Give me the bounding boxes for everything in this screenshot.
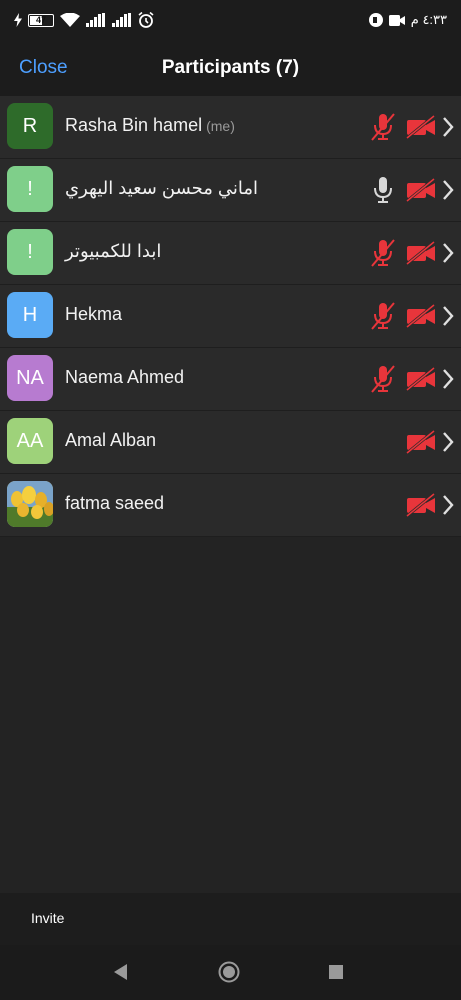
- app-icon: [368, 13, 383, 27]
- participant-name-text: Naema Ahmed: [65, 367, 185, 387]
- mic-muted-icon[interactable]: [370, 301, 396, 331]
- signal-icon: [112, 13, 131, 27]
- status-right: ٤:٣٣ م: [368, 10, 447, 30]
- avatar: AA: [7, 418, 53, 464]
- tulips-photo: [7, 481, 53, 527]
- mic-muted-icon[interactable]: [370, 364, 396, 394]
- invite-bar: Invite: [0, 893, 461, 945]
- me-tag: (me): [206, 118, 235, 134]
- page-title: Participants (7): [161, 57, 300, 78]
- chevron-right-icon[interactable]: [441, 368, 455, 390]
- battery-icon: 47: [28, 13, 54, 27]
- participant-row[interactable]: AA Amal Alban: [0, 411, 461, 474]
- avatar: R: [7, 103, 53, 149]
- chevron-right-icon[interactable]: [441, 179, 455, 201]
- participant-name-text: ابدا للكمبيوتر: [65, 241, 162, 261]
- back-icon[interactable]: [112, 963, 130, 981]
- participant-name: اماني محسن سعيد اليهري: [65, 178, 258, 199]
- participant-name-text: Amal Alban: [65, 430, 157, 450]
- system-nav-bar: [0, 945, 461, 1000]
- avatar-initials: !: [27, 177, 33, 200]
- participant-name-text: fatma saeed: [65, 493, 165, 513]
- participant-name-text: اماني محسن سعيد اليهري: [65, 178, 259, 198]
- participant-row[interactable]: fatma saeed: [0, 474, 461, 537]
- chevron-right-icon[interactable]: [441, 242, 455, 264]
- chevron-right-icon[interactable]: [441, 116, 455, 138]
- participant-row[interactable]: ! اماني محسن سعيد اليهري: [0, 159, 461, 222]
- participants-header: Close Participants (7): [0, 40, 461, 96]
- chevron-right-icon[interactable]: [441, 305, 455, 327]
- mic-muted-icon[interactable]: [370, 238, 396, 268]
- participant-row[interactable]: NA Naema Ahmed: [0, 348, 461, 411]
- camera-off-icon[interactable]: [406, 429, 436, 455]
- mic-icon[interactable]: [370, 175, 396, 205]
- alarm-icon: [138, 12, 154, 28]
- avatar: NA: [7, 355, 53, 401]
- participant-row[interactable]: R Rasha Bin hamel (me): [0, 96, 461, 159]
- signal-icon: [86, 13, 105, 27]
- avatar-initials: NA: [16, 366, 44, 389]
- chevron-right-icon[interactable]: [441, 431, 455, 453]
- chevron-right-icon[interactable]: [441, 494, 455, 516]
- participant-row[interactable]: H Hekma: [0, 285, 461, 348]
- status-left: 47: [14, 10, 154, 30]
- status-time: ٤:٣٣ م: [410, 12, 447, 27]
- participant-name: Hekma: [65, 304, 122, 325]
- home-icon[interactable]: [218, 961, 240, 983]
- camera-off-icon[interactable]: [406, 366, 436, 392]
- avatar-initials: R: [22, 114, 38, 137]
- camera-off-icon[interactable]: [406, 492, 436, 518]
- participant-name: Naema Ahmed: [65, 367, 184, 388]
- camera-off-icon[interactable]: [406, 303, 436, 329]
- participant-name: Amal Alban: [65, 430, 156, 451]
- avatar: !: [7, 229, 53, 275]
- camera-off-icon[interactable]: [406, 114, 436, 140]
- participant-name: fatma saeed: [65, 493, 164, 514]
- mic-muted-icon[interactable]: [370, 112, 396, 142]
- avatar: [7, 481, 53, 527]
- camera-off-icon[interactable]: [406, 240, 436, 266]
- avatar: !: [7, 166, 53, 212]
- battery-level: 47: [35, 14, 46, 25]
- avatar-initials: AA: [16, 429, 44, 452]
- participant-name-text: Hekma: [65, 304, 123, 324]
- video-icon: [388, 14, 405, 26]
- participant-name: Rasha Bin hamel (me): [65, 115, 235, 136]
- participants-list: R Rasha Bin hamel (me)! اماني محسن سعيد الي…: [0, 96, 461, 537]
- participant-name: ابدا للكمبيوتر: [65, 241, 161, 262]
- camera-off-icon[interactable]: [406, 177, 436, 203]
- status-bar: 47 ٤:٣٣ م: [0, 0, 461, 40]
- wifi-icon: [60, 13, 80, 27]
- invite-button[interactable]: Invite: [31, 910, 64, 926]
- avatar: H: [7, 292, 53, 338]
- avatar-initials: H: [22, 303, 38, 326]
- recent-apps-icon[interactable]: [329, 965, 343, 979]
- participant-name-text: Rasha Bin hamel: [65, 115, 203, 135]
- participant-row[interactable]: ! ابدا للكمبيوتر: [0, 222, 461, 285]
- avatar-initials: !: [27, 240, 33, 263]
- charging-icon: [14, 13, 22, 27]
